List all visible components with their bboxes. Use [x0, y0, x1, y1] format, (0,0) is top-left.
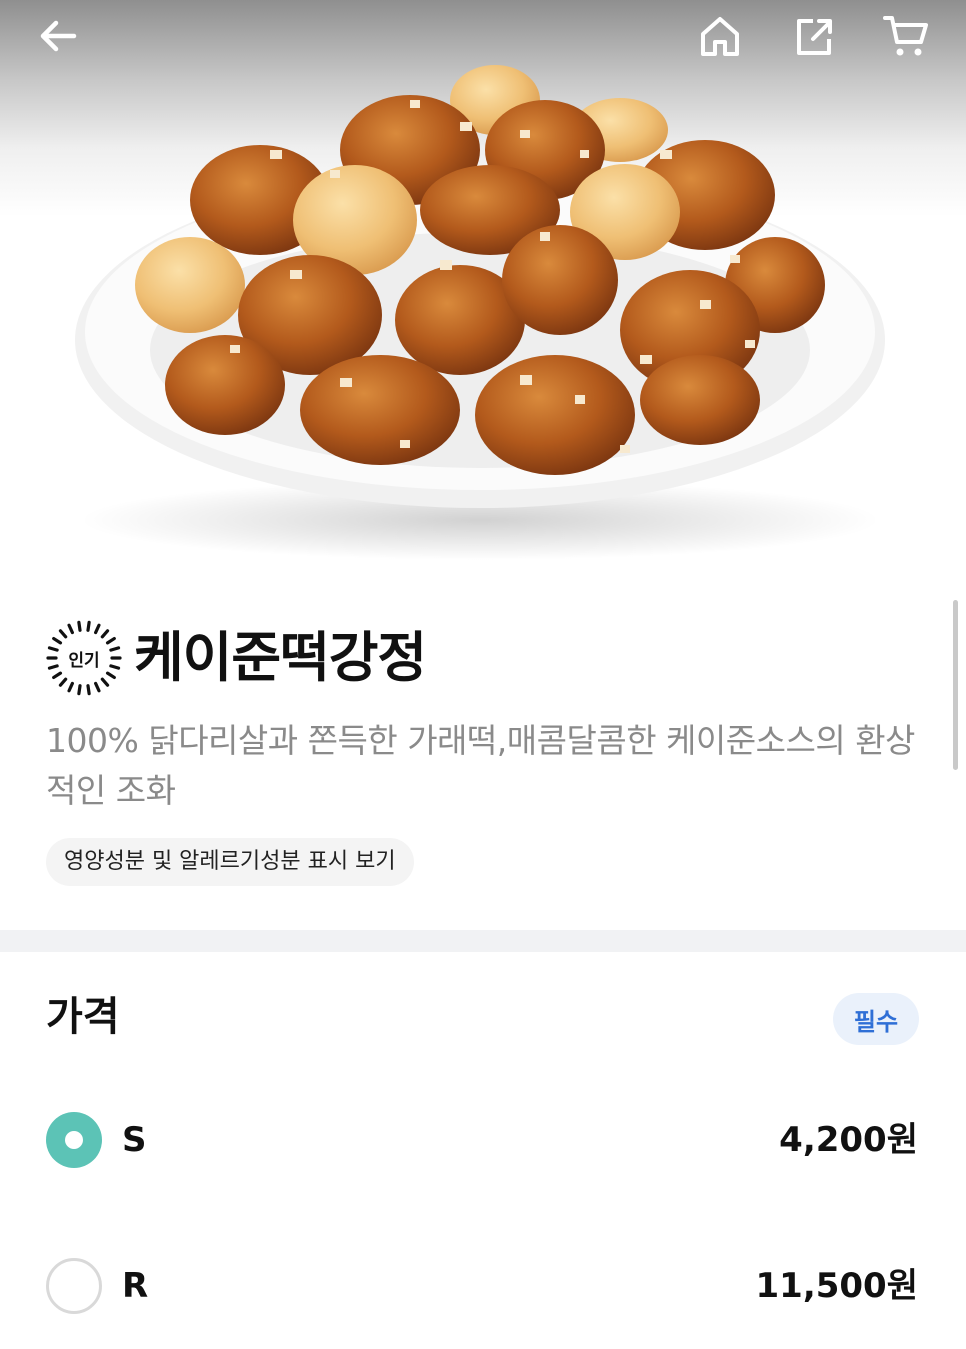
back-button[interactable]: [30, 8, 86, 64]
product-title: 케이준떡강정: [134, 626, 427, 689]
product-title-row: 인기 케이준떡강정: [46, 618, 427, 698]
product-detail-page: 인기 케이준떡강정 100% 닭다리살과 쫀득한 가래떡,매콤달콤한 케이준소스…: [0, 0, 966, 1349]
back-arrow-icon: [40, 20, 77, 52]
option-price: 4,200원: [779, 1120, 918, 1160]
share-button[interactable]: [786, 8, 842, 64]
price-option-s[interactable]: S 4,200원: [0, 1100, 966, 1180]
nutrition-allergy-button[interactable]: 영양성분 및 알레르기성분 표시 보기: [46, 838, 414, 886]
option-price: 11,500원: [755, 1266, 918, 1306]
price-option-r[interactable]: R 11,500원: [0, 1246, 966, 1326]
option-label: R: [122, 1266, 149, 1306]
section-divider: [0, 930, 966, 952]
share-icon: [797, 19, 832, 55]
option-label: S: [122, 1120, 147, 1160]
scrollbar[interactable]: [953, 600, 958, 770]
product-image: [0, 0, 966, 570]
home-icon: [701, 17, 739, 56]
top-navigation-bar: [0, 0, 966, 80]
popular-badge-label: 인기: [68, 650, 100, 671]
fried-chicken-photo: [75, 65, 885, 560]
cart-button[interactable]: [878, 8, 934, 64]
required-badge: 필수: [833, 993, 919, 1045]
radio-unselected[interactable]: [46, 1258, 102, 1314]
product-description: 100% 닭다리살과 쫀득한 가래떡,매콤달콤한 케이준소스의 환상적인 조화: [46, 721, 915, 810]
radio-selected[interactable]: [46, 1112, 102, 1168]
cart-icon: [883, 16, 928, 56]
home-button[interactable]: [692, 8, 748, 64]
popular-badge: 인기: [46, 620, 122, 696]
price-section-title: 가격: [46, 994, 120, 1040]
